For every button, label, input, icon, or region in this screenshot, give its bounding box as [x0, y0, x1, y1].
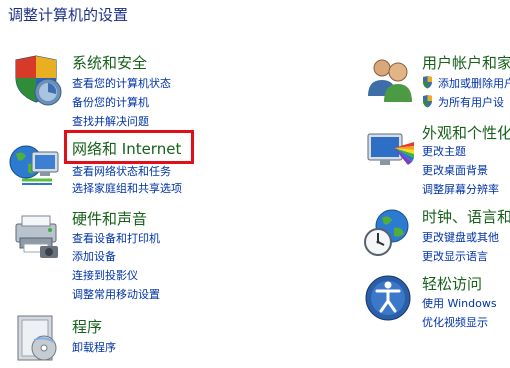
category-title-system-security[interactable]: 系统和安全: [72, 52, 147, 73]
clock-language-region-icon[interactable]: [362, 206, 416, 260]
link-homegroup-sharing[interactable]: 选择家庭组和共享选项: [72, 180, 182, 196]
uac-shield-icon: [422, 74, 433, 89]
link-backup-computer[interactable]: 备份您的计算机: [72, 94, 149, 110]
highlight-box: [64, 130, 194, 164]
page-title: 调整计算机的设置: [8, 6, 129, 24]
network-internet-icon[interactable]: [8, 140, 62, 194]
hardware-sound-icon[interactable]: [10, 210, 64, 264]
link-all-users-setting[interactable]: 为所有用户设: [438, 94, 504, 110]
uac-shield-icon: [422, 93, 433, 108]
link-uninstall-program[interactable]: 卸载程序: [72, 339, 116, 355]
link-mobility-settings[interactable]: 调整常用移动设置: [72, 286, 160, 302]
link-view-computer-status[interactable]: 查看您的计算机状态: [72, 75, 171, 91]
category-title-hardware-sound[interactable]: 硬件和声音: [72, 208, 147, 229]
link-troubleshoot[interactable]: 查找并解决问题: [72, 113, 149, 129]
programs-icon[interactable]: [12, 310, 66, 364]
appearance-personalization-icon[interactable]: [364, 126, 418, 180]
link-connect-projector[interactable]: 连接到投影仪: [72, 267, 138, 283]
link-change-theme[interactable]: 更改主题: [422, 143, 466, 159]
ease-of-access-icon[interactable]: [364, 272, 418, 326]
link-optimize-display[interactable]: 优化视频显示: [422, 314, 488, 330]
link-add-remove-users[interactable]: 添加或删除用户: [438, 75, 510, 91]
link-use-windows[interactable]: 使用 Windows: [422, 295, 497, 311]
system-security-icon[interactable]: [10, 54, 64, 108]
category-title-clock-language[interactable]: 时钟、语言和: [422, 206, 510, 227]
user-accounts-icon[interactable]: [364, 52, 418, 106]
link-add-device[interactable]: 添加设备: [72, 248, 116, 264]
category-title-user-accounts[interactable]: 用户帐户和家: [422, 52, 510, 73]
link-devices-printers[interactable]: 查看设备和打印机: [72, 230, 160, 246]
category-title-programs[interactable]: 程序: [72, 316, 102, 337]
link-change-display-language[interactable]: 更改显示语言: [422, 248, 488, 264]
link-screen-resolution[interactable]: 调整屏幕分辨率: [422, 181, 499, 197]
link-view-network-status[interactable]: 查看网络状态和任务: [72, 163, 171, 179]
category-title-ease-of-access[interactable]: 轻松访问: [422, 273, 482, 294]
category-title-appearance[interactable]: 外观和个性化: [422, 122, 510, 143]
link-change-keyboard[interactable]: 更改键盘或其他: [422, 229, 499, 245]
link-change-desktop-background[interactable]: 更改桌面背景: [422, 162, 488, 178]
